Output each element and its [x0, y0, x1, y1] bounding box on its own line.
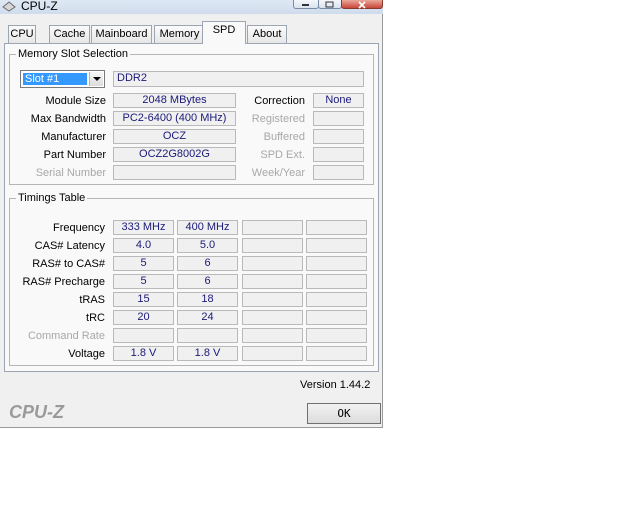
timing-cell [306, 346, 367, 361]
minimize-button[interactable] [293, 0, 319, 9]
tab-spd[interactable]: SPD [202, 21, 246, 44]
manufacturer-field: OCZ [113, 129, 236, 144]
timing-cell [242, 238, 303, 253]
version-label: Version 1.44.2 [300, 379, 371, 391]
ok-button[interactable]: OK [307, 403, 381, 424]
window-title: CPU-Z [21, 0, 58, 13]
slot-select-value: Slot #1 [23, 73, 87, 85]
timing-label: Voltage [68, 348, 105, 360]
timing-cell: 6 [177, 274, 238, 289]
timing-cell: 4.0 [113, 238, 174, 253]
correction-label: Correction [254, 95, 305, 107]
module-size-label: Module Size [45, 95, 106, 107]
memory-slot-selection-group: Memory Slot Selection Slot #1 DDR2 Modul… [9, 48, 374, 185]
timing-cell [113, 328, 174, 343]
max-bandwidth-label: Max Bandwidth [30, 113, 106, 125]
timings-table-title: Timings Table [16, 192, 88, 204]
buffered-label: Buffered [263, 131, 305, 143]
cpuz-brand-logo: CPU-Z [9, 402, 64, 422]
buffered-field [313, 129, 364, 144]
timing-cell [242, 346, 303, 361]
maximize-icon [325, 1, 334, 8]
timing-cell [306, 256, 367, 271]
timing-cell [177, 328, 238, 343]
chevron-down-icon [93, 77, 101, 81]
timing-cell [306, 238, 367, 253]
tab-memory[interactable]: Memory [154, 25, 205, 43]
timings-table-group: Timings Table Frequency 333 MHz 400 MHz CAS… [9, 192, 374, 366]
slot-select[interactable]: Slot #1 [20, 70, 105, 88]
timing-cell [242, 256, 303, 271]
timing-label: Command Rate [27, 330, 105, 342]
dropdown-arrow[interactable] [89, 72, 103, 86]
timing-cell: 6 [177, 256, 238, 271]
tab-about[interactable]: About [247, 25, 287, 43]
timing-cell [242, 292, 303, 307]
timing-cell [306, 274, 367, 289]
timing-cell [242, 310, 303, 325]
timing-cell: 5 [113, 256, 174, 271]
title-bar[interactable]: CPU-Z [0, 0, 383, 14]
app-icon [2, 1, 16, 12]
timing-cell: 5.0 [177, 238, 238, 253]
timing-cell: 15 [113, 292, 174, 307]
week-year-field [313, 165, 364, 180]
cpuz-window: CPU-Z CPU Cache Mainboard Memory SPD Abo… [0, 0, 383, 428]
timing-label: tRAS [79, 294, 105, 306]
memory-type-field: DDR2 [113, 71, 364, 87]
minimize-icon [302, 4, 309, 6]
serial-number-field [113, 165, 236, 180]
timing-cell: 1.8 V [177, 346, 238, 361]
memory-slot-selection-title: Memory Slot Selection [16, 48, 131, 60]
serial-number-label: Serial Number [35, 167, 106, 179]
timing-cell [306, 220, 367, 235]
correction-field: None [313, 93, 364, 108]
timing-cell [306, 310, 367, 325]
week-year-label: Week/Year [251, 167, 305, 179]
timing-label: tRC [86, 312, 105, 324]
maximize-button[interactable] [318, 0, 342, 9]
timing-label: CAS# Latency [34, 240, 105, 252]
part-number-field: OCZ2G8002G [113, 147, 236, 162]
part-number-label: Part Number [43, 149, 106, 161]
tab-mainboard[interactable]: Mainboard [91, 25, 152, 43]
timing-cell: 5 [113, 274, 174, 289]
timing-cell [242, 328, 303, 343]
registered-label: Registered [251, 113, 305, 125]
timing-label: Frequency [53, 222, 105, 234]
timing-cell: 24 [177, 310, 238, 325]
timing-cell [242, 220, 303, 235]
module-size-field: 2048 MBytes [113, 93, 236, 108]
spd-panel: Memory Slot Selection Slot #1 DDR2 Modul… [4, 43, 379, 372]
timing-cell [306, 328, 367, 343]
timing-cell: 333 MHz [113, 220, 174, 235]
close-icon [358, 1, 366, 9]
spd-ext-field [313, 147, 364, 162]
timing-cell [306, 292, 367, 307]
timing-cell: 1.8 V [113, 346, 174, 361]
manufacturer-label: Manufacturer [41, 131, 106, 143]
max-bandwidth-field: PC2-6400 (400 MHz) [113, 111, 236, 126]
tab-cpu[interactable]: CPU [8, 25, 36, 43]
timing-label: RAS# to CAS# [32, 258, 105, 270]
timing-cell: 20 [113, 310, 174, 325]
timing-cell: 400 MHz [177, 220, 238, 235]
timing-cell [242, 274, 303, 289]
close-button[interactable] [341, 0, 383, 9]
spd-ext-label: SPD Ext. [260, 149, 305, 161]
registered-field [313, 111, 364, 126]
tab-cache[interactable]: Cache [49, 25, 90, 43]
timing-cell: 18 [177, 292, 238, 307]
timing-label: RAS# Precharge [22, 276, 105, 288]
